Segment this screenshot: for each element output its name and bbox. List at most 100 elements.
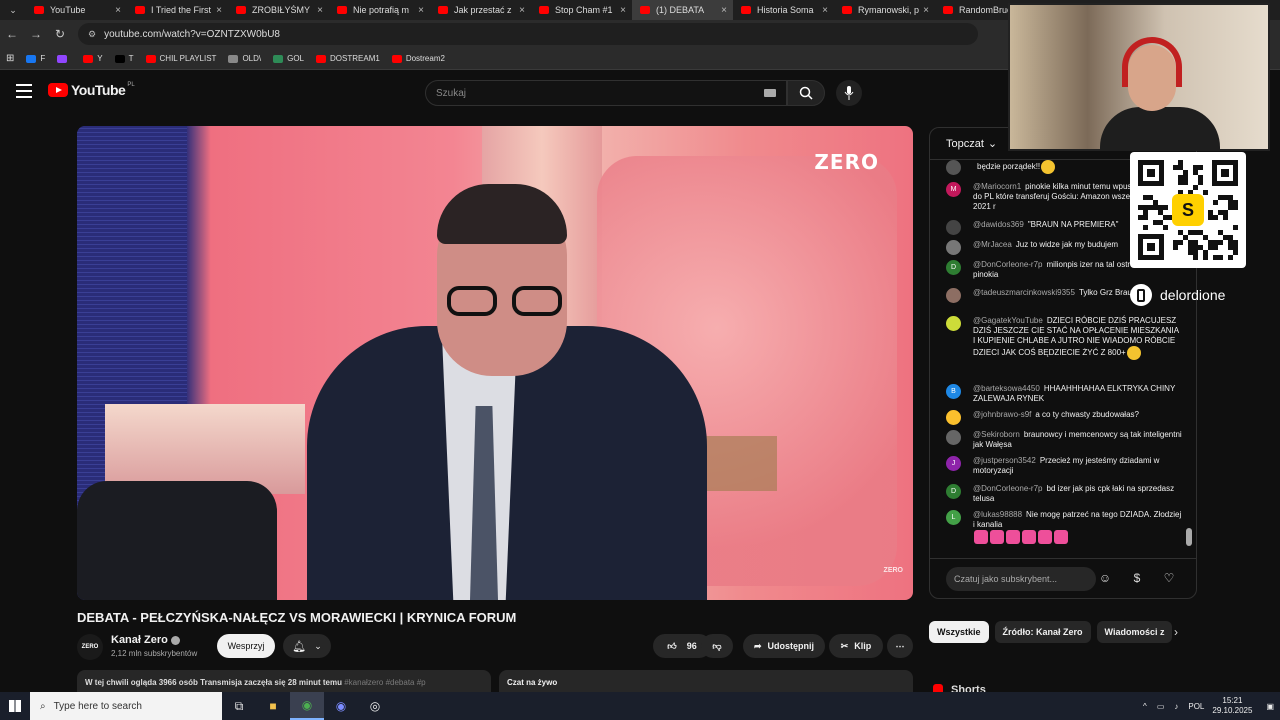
taskbar-search-input[interactable]: ⌕ Type here to search <box>30 692 222 720</box>
chat-author-avatar[interactable] <box>946 160 961 175</box>
chat-author-avatar[interactable] <box>946 240 961 255</box>
task-view-icon[interactable]: ⧉ <box>222 692 256 720</box>
chat-author[interactable]: @barteksowa4450 <box>973 384 1040 393</box>
chrome-profile-icon[interactable]: ◉ <box>324 692 358 720</box>
chat-author[interactable]: @johnbrawo-s9f <box>973 410 1031 419</box>
close-icon[interactable]: × <box>721 5 727 16</box>
forward-icon[interactable]: → <box>24 27 48 41</box>
chat-author-avatar[interactable] <box>946 288 961 303</box>
bookmark-item[interactable]: GOL <box>273 54 304 63</box>
voice-search-button[interactable] <box>836 80 862 106</box>
close-icon[interactable]: × <box>418 5 424 16</box>
chat-author[interactable]: @DonCorleone-r7p <box>973 484 1043 493</box>
video-player[interactable]: ZERO ZERO <box>77 126 913 600</box>
chat-author[interactable]: @tadeuszmarcinkowski9355 <box>973 288 1075 297</box>
chat-author-avatar[interactable]: L <box>946 510 961 525</box>
chat-input[interactable]: Czatuj jako subskrybent... <box>946 567 1096 591</box>
bookmark-item[interactable] <box>57 54 71 63</box>
browser-tab[interactable]: I Tried the First × <box>127 0 228 20</box>
obs-icon[interactable]: ◎ <box>358 692 392 720</box>
search-button[interactable] <box>787 80 825 106</box>
site-info-icon[interactable]: ⚙ <box>88 29 96 40</box>
chat-author-avatar[interactable]: J <box>946 456 961 471</box>
browser-tab[interactable]: Nie potrafią m × <box>329 0 430 20</box>
chrome-icon[interactable]: ◉ <box>290 692 324 720</box>
tray-expand-icon[interactable]: ^ <box>1143 702 1147 711</box>
chat-author-avatar[interactable] <box>946 220 961 235</box>
browser-tab[interactable]: Rymanowski, p × <box>834 0 935 20</box>
language-indicator[interactable]: POL <box>1188 702 1204 711</box>
description-tags[interactable]: #kanałzero #debata #p <box>344 678 425 687</box>
chat-message[interactable]: @GagatekYouTube DZIECI RÓBCIE DZIŚ PRACUJ… <box>946 316 1182 360</box>
bookmark-item[interactable]: Dostream2 <box>391 54 445 63</box>
heart-icon[interactable]: ♡ <box>1161 571 1177 587</box>
bookmark-item[interactable]: Y <box>83 54 103 63</box>
more-actions-button[interactable]: ⋯ <box>887 634 913 658</box>
reload-icon[interactable]: ↻ <box>48 27 72 41</box>
filter-chip[interactable]: Wszystkie <box>929 621 989 643</box>
dislike-button[interactable]: 👎︎ <box>701 634 733 658</box>
notification-bell-button[interactable]: 🔔︎ ⌄ <box>283 634 331 658</box>
bookmark-item[interactable]: T <box>114 54 134 63</box>
filter-chip[interactable]: Źródło: Kanał Zero <box>994 621 1091 643</box>
clip-button[interactable]: ✂ Klip <box>829 634 883 658</box>
notifications-icon[interactable]: ▣ <box>1266 702 1274 711</box>
close-icon[interactable]: × <box>923 5 929 16</box>
close-icon[interactable]: × <box>519 5 525 16</box>
chat-author[interactable]: @MrJacea <box>973 240 1012 249</box>
chat-author[interactable]: @DonCorleone-r7p <box>973 260 1043 269</box>
chat-author-avatar[interactable] <box>946 430 961 445</box>
chat-author-avatar[interactable] <box>946 316 961 331</box>
browser-tab[interactable]: YouTube × <box>26 0 127 20</box>
channel-name-row[interactable]: Kanał Zero <box>111 634 180 646</box>
close-icon[interactable]: × <box>115 5 121 16</box>
chat-author[interactable]: @dawidos369 <box>973 220 1024 229</box>
chat-author-avatar[interactable]: M <box>946 182 961 197</box>
url-field[interactable]: ⚙ youtube.com/watch?v=OZNTZXW0bU8 <box>78 23 978 45</box>
chat-message[interactable]: @Sekiroborn braunowcy i memcenowcy są tak… <box>946 430 1182 450</box>
description-box[interactable]: W tej chwili ogląda 3966 osób Transmisja… <box>77 670 491 692</box>
search-input[interactable]: Szukaj <box>425 80 787 106</box>
chat-message[interactable]: D @DonCorleone-r7p bd izer jak pis cpk łak… <box>946 484 1182 504</box>
chat-message[interactable]: B @barteksowa4450 HHAAHHHAHAA ELKTRYKA CHI… <box>946 384 1182 404</box>
browser-tab[interactable]: Historia Soma × <box>733 0 834 20</box>
bookmark-item[interactable]: F <box>26 54 45 63</box>
live-chat-replay-box[interactable]: Czat na żywo <box>499 670 913 692</box>
apps-grid-icon[interactable]: ⊞ <box>6 53 14 64</box>
close-icon[interactable]: × <box>822 5 828 16</box>
close-icon[interactable]: × <box>216 5 222 16</box>
chat-author[interactable]: @GagatekYouTube <box>973 316 1043 325</box>
volume-icon[interactable]: ♪ <box>1174 702 1178 711</box>
close-icon[interactable]: × <box>317 5 323 16</box>
chat-message[interactable]: @johnbrawo-s9f a co ty chwasty zbudowałas… <box>946 410 1182 425</box>
chat-author-avatar[interactable]: D <box>946 484 961 499</box>
keyboard-icon[interactable] <box>764 89 776 97</box>
browser-tab[interactable]: Stop Cham #1 × <box>531 0 632 20</box>
bookmark-item[interactable]: OLD\ <box>228 54 261 63</box>
super-chat-icon[interactable]: $ <box>1129 571 1145 587</box>
browser-tab[interactable]: ZROBIŁYŚMY × <box>228 0 329 20</box>
browser-tab[interactable]: (1) DEBATA × <box>632 0 733 20</box>
chat-author[interactable]: @Sekiroborn <box>973 430 1020 439</box>
chat-author-avatar[interactable] <box>946 410 961 425</box>
chevron-right-icon[interactable]: › <box>1174 625 1178 639</box>
file-explorer-icon[interactable]: ■ <box>256 692 290 720</box>
chat-author[interactable]: @Mariocorn1 <box>973 182 1021 191</box>
menu-icon[interactable] <box>16 84 32 98</box>
browser-tab[interactable]: Jak przestać z × <box>430 0 531 20</box>
chat-author[interactable]: @justperson3542 <box>973 456 1036 465</box>
bookmark-item[interactable]: DOSTREAM1 <box>316 54 380 63</box>
share-button[interactable]: ➦ Udostępnij <box>743 634 825 658</box>
emoji-icon[interactable]: ☺ <box>1097 571 1113 587</box>
chat-author-avatar[interactable]: D <box>946 260 961 275</box>
close-icon[interactable]: × <box>620 5 626 16</box>
filter-chip[interactable]: Wiadomości z <box>1096 621 1173 643</box>
bookmark-item[interactable]: CHIL PLAYLIST <box>145 54 216 63</box>
windows-start-icon[interactable] <box>0 692 30 720</box>
youtube-logo[interactable]: YouTube PL <box>48 82 135 98</box>
channel-avatar[interactable]: ZERO <box>77 634 103 660</box>
chat-message[interactable]: L @lukas98888 Nie mogę patrzeć na tego DZI… <box>946 510 1182 544</box>
tab-search-icon[interactable]: ⌄ <box>0 0 26 20</box>
back-icon[interactable]: ← <box>0 27 24 41</box>
support-button[interactable]: Wesprzyj <box>217 634 275 658</box>
